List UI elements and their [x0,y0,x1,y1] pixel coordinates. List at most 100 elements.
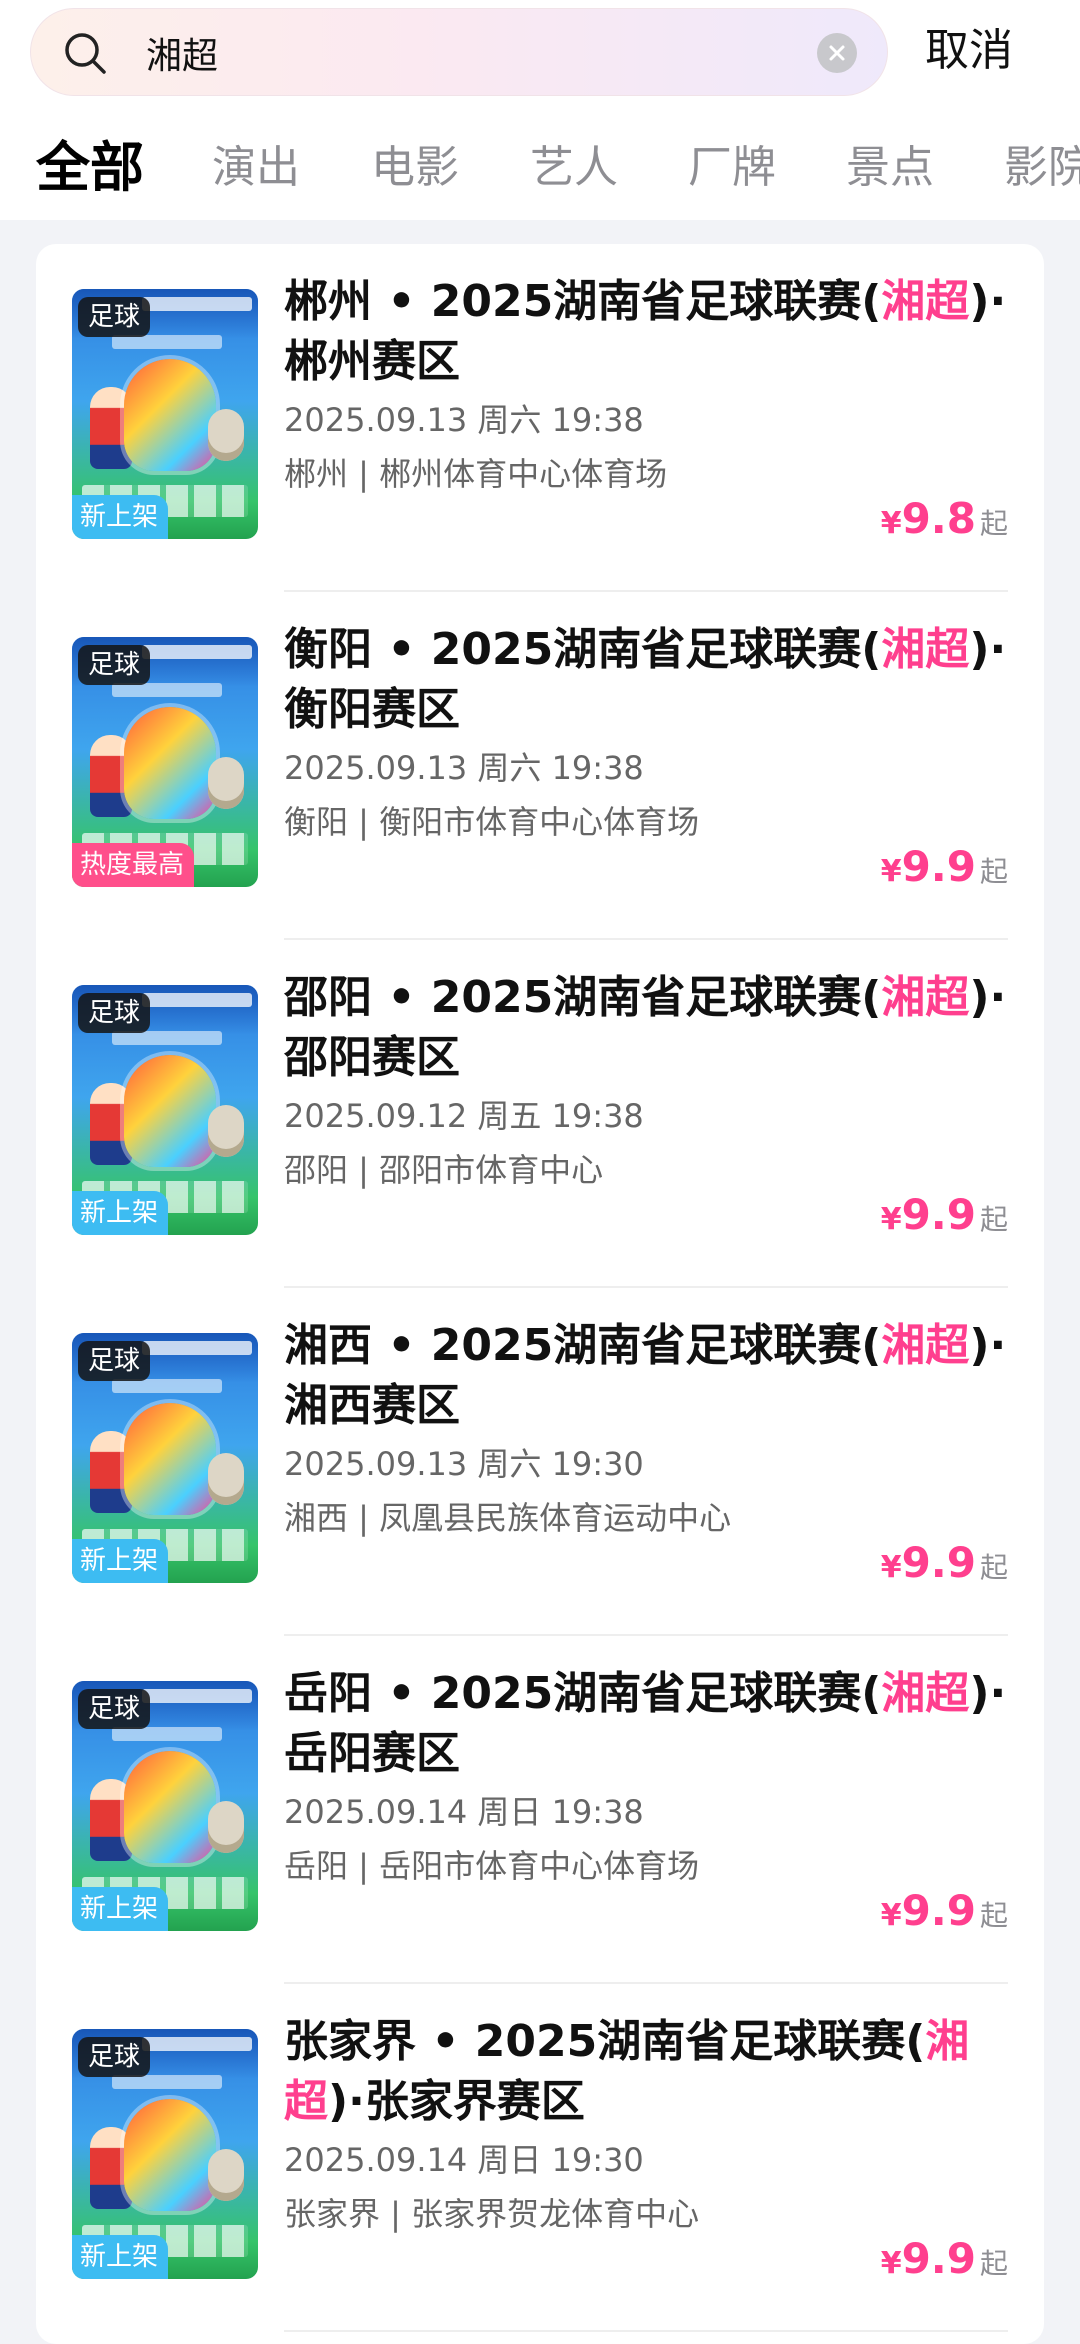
price-value: 9.9 [901,1886,976,1935]
result-item[interactable]: 足球 新上架 湘西 • 2025湖南省足球联赛(湘超)·湘西赛区 2025.09.13… [36,1288,1044,1636]
poster-emblem-graphic [124,2099,216,2211]
event-title-main: • 2025湖南省足球联赛( [372,1668,882,1719]
search-icon [65,33,106,74]
tab-cinemas[interactable]: 影院 [1004,128,1080,208]
price-value: 9.9 [901,1538,976,1587]
price-suffix: 起 [979,1551,1008,1584]
status-badge: 新上架 [72,1191,169,1235]
event-poster-image[interactable]: 足球 新上架 [72,1333,258,1583]
poster-title-graphic [142,1341,252,1355]
event-title[interactable]: 湘西 • 2025湖南省足球联赛(湘超)·湘西赛区 [284,1316,1024,1436]
event-time: 2025.09.12 周五 19:38 [284,1097,644,1135]
event-venue: 张家界 | 张家界贺龙体育中心 [284,2195,700,2233]
event-time: 2025.09.13 周六 19:38 [284,401,644,439]
event-city: 郴州 [284,276,372,327]
event-price: ¥9.9 起 [881,842,1008,902]
price-currency: ¥ [880,1898,902,1933]
result-item[interactable]: 足球 新上架 郴州 • 2025湖南省足球联赛(湘超)·郴州赛区 2025.09.13… [36,244,1044,592]
price-value: 9.9 [901,842,976,891]
result-item[interactable]: 足球 新上架 张家界 • 2025湖南省足球联赛(湘超)·张家界赛区 2025.09.… [36,1984,1044,2332]
category-badge: 足球 [78,645,151,685]
event-city: 张家界 [284,2016,416,2067]
event-title[interactable]: 衡阳 • 2025湖南省足球联赛(湘超)·衡阳赛区 [284,620,1024,740]
poster-matchup-graphic [112,1379,222,1393]
price-currency: ¥ [880,2246,902,2281]
event-price: ¥9.9 起 [881,1538,1008,1598]
cancel-button[interactable]: 取消 [925,16,1013,86]
search-box[interactable] [30,8,888,97]
poster-mascot-figure [208,1105,244,1157]
price-suffix: 起 [979,1899,1008,1932]
event-time: 2025.09.14 周日 19:30 [284,2141,644,2179]
poster-emblem-graphic [124,359,216,471]
item-divider [284,2330,1008,2332]
event-title-main: • 2025湖南省足球联赛( [372,624,882,675]
status-badge: 新上架 [72,2235,169,2279]
search-highlight: 湘超 [881,972,970,1023]
poster-emblem-graphic [124,1751,216,1863]
event-title[interactable]: 郴州 • 2025湖南省足球联赛(湘超)·郴州赛区 [284,272,1024,392]
search-highlight: 湘超 [881,1668,970,1719]
category-tabs: 全部 演出 电影 艺人 厂牌 景点 影院 [0,128,1080,208]
event-poster-image[interactable]: 足球 新上架 [72,1681,258,1931]
category-badge: 足球 [78,1341,151,1381]
event-title-main: • 2025湖南省足球联赛( [416,2016,926,2067]
search-highlight: 湘超 [881,1320,970,1371]
event-price: ¥9.9 起 [881,1190,1008,1250]
event-poster-image[interactable]: 足球热度最高 [72,637,258,887]
poster-matchup-graphic [112,1031,222,1045]
event-price: ¥9.9 起 [881,2234,1008,2294]
status-badge: 热度最高 [72,843,195,887]
tab-attractions[interactable]: 景点 [846,128,934,208]
poster-matchup-graphic [112,2075,222,2089]
poster-matchup-graphic [112,335,222,349]
price-value: 9.9 [901,1190,976,1239]
tab-labels[interactable]: 厂牌 [688,128,776,208]
search-input[interactable] [146,9,796,97]
category-badge: 足球 [78,993,151,1033]
price-currency: ¥ [880,854,902,889]
clear-icon[interactable] [817,33,857,73]
event-title-main: • 2025湖南省足球联赛( [372,276,882,327]
event-title[interactable]: 张家界 • 2025湖南省足球联赛(湘超)·张家界赛区 [284,2012,1024,2132]
event-title-main: • 2025湖南省足球联赛( [372,1320,882,1371]
event-venue: 衡阳 | 衡阳市体育中心体育场 [284,803,700,841]
event-city: 岳阳 [284,1668,372,1719]
event-title[interactable]: 邵阳 • 2025湖南省足球联赛(湘超)·邵阳赛区 [284,968,1024,1088]
price-suffix: 起 [979,2247,1008,2280]
event-city: 衡阳 [284,624,372,675]
event-price: ¥9.8 起 [881,494,1008,554]
result-item[interactable]: 足球 新上架 岳阳 • 2025湖南省足球联赛(湘超)·岳阳赛区 2025.09.14… [36,1636,1044,1984]
poster-mascot-figure [208,409,244,461]
poster-emblem-graphic [124,1403,216,1515]
event-poster-image[interactable]: 足球 新上架 [72,2029,258,2279]
poster-title-graphic [142,297,252,311]
event-title-main: • 2025湖南省足球联赛( [372,972,882,1023]
status-badge: 新上架 [72,495,169,539]
result-item[interactable]: 足球 热度最高 衡阳 • 2025湖南省足球联赛(湘超)·衡阳赛区 2025.09.1… [36,592,1044,940]
poster-matchup-graphic [112,683,222,697]
category-badge: 足球 [78,1689,151,1729]
poster-mascot-figure [208,757,244,809]
price-suffix: 起 [979,507,1008,540]
tab-shows[interactable]: 演出 [212,128,300,208]
tab-movies[interactable]: 电影 [371,128,459,208]
price-currency: ¥ [880,1550,902,1585]
poster-mascot-figure [208,2149,244,2201]
event-poster-image[interactable]: 足球新上架 [72,985,258,1235]
poster-emblem-graphic [124,1055,216,1167]
tab-artists[interactable]: 艺人 [530,128,618,208]
event-time: 2025.09.13 周六 19:30 [284,1445,644,1483]
poster-title-graphic [142,1689,252,1703]
tab-all[interactable]: 全部 [36,128,144,208]
result-item[interactable]: 足球 新上架 邵阳 • 2025湖南省足球联赛(湘超)·邵阳赛区 2025.09.12… [36,940,1044,1288]
event-poster-image[interactable]: 足球 新上架 [72,289,258,539]
poster-mascot-figure [208,1801,244,1853]
poster-emblem-graphic [124,707,216,819]
poster-mascot-figure [208,1453,244,1505]
price-value: 9.9 [901,2234,976,2283]
event-time: 2025.09.14 周日 19:38 [284,1793,644,1831]
poster-title-graphic [142,2037,252,2051]
event-price: ¥9.9 起 [881,1886,1008,1946]
event-title[interactable]: 岳阳 • 2025湖南省足球联赛(湘超)·岳阳赛区 [284,1664,1024,1784]
